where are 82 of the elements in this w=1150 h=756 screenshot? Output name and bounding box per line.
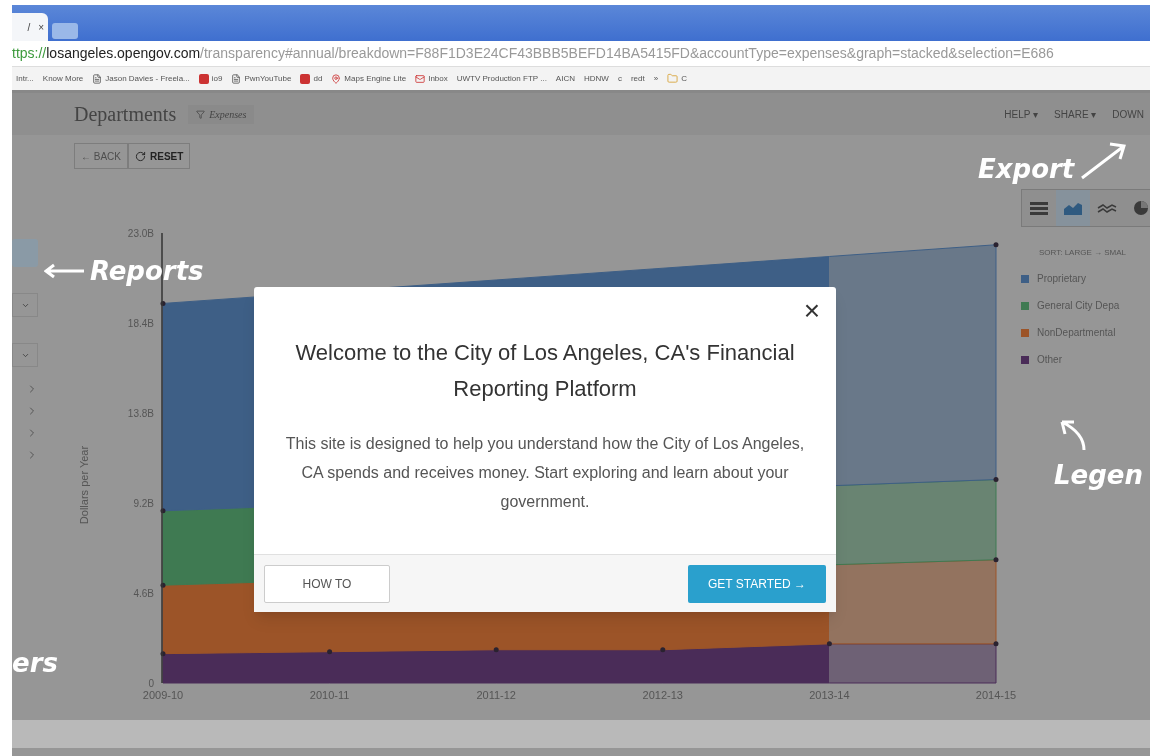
data-point: [993, 641, 999, 647]
legend-label: NonDepartmental: [1037, 326, 1116, 340]
close-button[interactable]: ×: [803, 297, 820, 325]
x-tick-label: 2011-12: [476, 689, 516, 701]
chart-type-button[interactable]: [1056, 190, 1090, 226]
x-tick-label: 2009-10: [142, 689, 184, 701]
annotation-label: Legen: [1054, 462, 1143, 488]
x-tick-label: 2014-15: [975, 689, 1017, 701]
mail-icon: [415, 73, 426, 84]
x-tick-label: 2012-13: [642, 689, 683, 701]
data-point: [993, 242, 999, 248]
bookmark-icon: [198, 73, 209, 84]
url-path: /transparency#annual/breakdown=F88F1D3E24CF43BBB5BEFD14BA5415FD&accountType=expenses&graph=stacked&selection=E686: [200, 44, 1054, 63]
bookmark-item[interactable]: redt: [630, 72, 645, 85]
reset-icon: [135, 150, 146, 162]
filter-icon: [196, 109, 206, 119]
arrow-icon: [1078, 140, 1129, 182]
url-host: losangeles.opengov.com: [46, 44, 201, 63]
bookmark-item[interactable]: »: [653, 72, 659, 85]
arrow-icon: [1058, 418, 1088, 452]
dialog-title: Welcome to the City of Los Angeles, CA's Financial Reporting Platform: [295, 339, 795, 403]
toolbar-button[interactable]: RESET: [128, 143, 191, 169]
y-axis-title: Dollars per Year: [78, 445, 90, 525]
bookmark-item[interactable]: Know More: [42, 72, 84, 85]
bookmark-item[interactable]: PwnYouTube: [231, 72, 292, 85]
data-point: [993, 557, 999, 563]
bookmark-item[interactable]: Inbox: [415, 72, 448, 85]
bookmark-item[interactable]: Jason Davies - Freela...: [92, 72, 190, 85]
bookmark-item[interactable]: c: [617, 72, 622, 85]
dropdown[interactable]: [12, 293, 38, 317]
data-point: [160, 582, 166, 588]
area-chart-icon: [1063, 200, 1083, 216]
pin-icon: [331, 73, 342, 84]
bookmark-item[interactable]: UWTV Production FTP ...: [456, 72, 547, 85]
bookmark-item[interactable]: Maps Engine Lite: [331, 72, 407, 85]
page-icon: [231, 73, 242, 84]
bookmark-item[interactable]: dd: [300, 72, 323, 85]
new-tab-button[interactable]: [52, 23, 78, 39]
annotation-label: Export: [978, 156, 1075, 182]
annotation-label: ers: [12, 650, 58, 676]
bookmark-item[interactable]: C: [667, 72, 687, 85]
y-tick-label: 4.6B: [133, 588, 154, 599]
bookmark-item[interactable]: HDNW: [584, 72, 609, 85]
folder-icon: [667, 73, 679, 84]
tab-close[interactable]: ×: [38, 19, 44, 35]
y-tick-label: 18.4B: [127, 318, 154, 329]
bookmark-item[interactable]: io9: [198, 72, 223, 85]
bookmark-item[interactable]: Intr...: [16, 72, 34, 85]
y-tick-label: 23.0B: [127, 228, 154, 239]
data-point: [160, 300, 166, 306]
sidebar-item[interactable]: [12, 239, 38, 267]
bookmark-icon: [300, 73, 311, 84]
legend-label: General City Depa: [1037, 299, 1120, 313]
x-tick-label: 2013-14: [809, 689, 850, 701]
dropdown[interactable]: [12, 343, 38, 367]
browser-tab[interactable]: / ×: [12, 13, 48, 41]
chart-type-button[interactable]: [1022, 190, 1056, 226]
data-point: [327, 649, 333, 655]
stream-chart-icon: [1029, 200, 1049, 216]
legend-label: Other: [1037, 353, 1062, 367]
data-point: [993, 477, 999, 482]
y-tick-label: 13.8B: [127, 408, 154, 419]
arrow-icon: [44, 263, 86, 279]
data-point: [826, 641, 832, 647]
data-point: [160, 651, 166, 657]
data-point: [493, 647, 499, 653]
x-tick-label: 2010-11: [309, 689, 350, 701]
y-tick-label: 9.2B: [133, 498, 154, 509]
dialog-body: This site is designed to help you understand how the City of Los Angeles, CA spends and receives money. Start exploring and learn about your government.: [284, 434, 806, 512]
chart-type-button[interactable]: [1124, 190, 1150, 226]
how-to-button[interactable]: HOW TO: [264, 564, 390, 603]
data-point: [660, 647, 666, 653]
url-scheme: ttps://: [12, 44, 47, 63]
data-point: [160, 508, 166, 514]
tab-title: /: [27, 20, 31, 35]
y-tick-label: 0: [148, 678, 154, 689]
pie-chart-icon: [1133, 200, 1149, 216]
page-icon: [92, 73, 103, 84]
page-title: Departments: [74, 102, 177, 128]
legend-label: Proprietary: [1037, 272, 1086, 286]
bookmark-item[interactable]: AICN: [555, 72, 575, 85]
chart-type-button[interactable]: [1090, 190, 1124, 226]
